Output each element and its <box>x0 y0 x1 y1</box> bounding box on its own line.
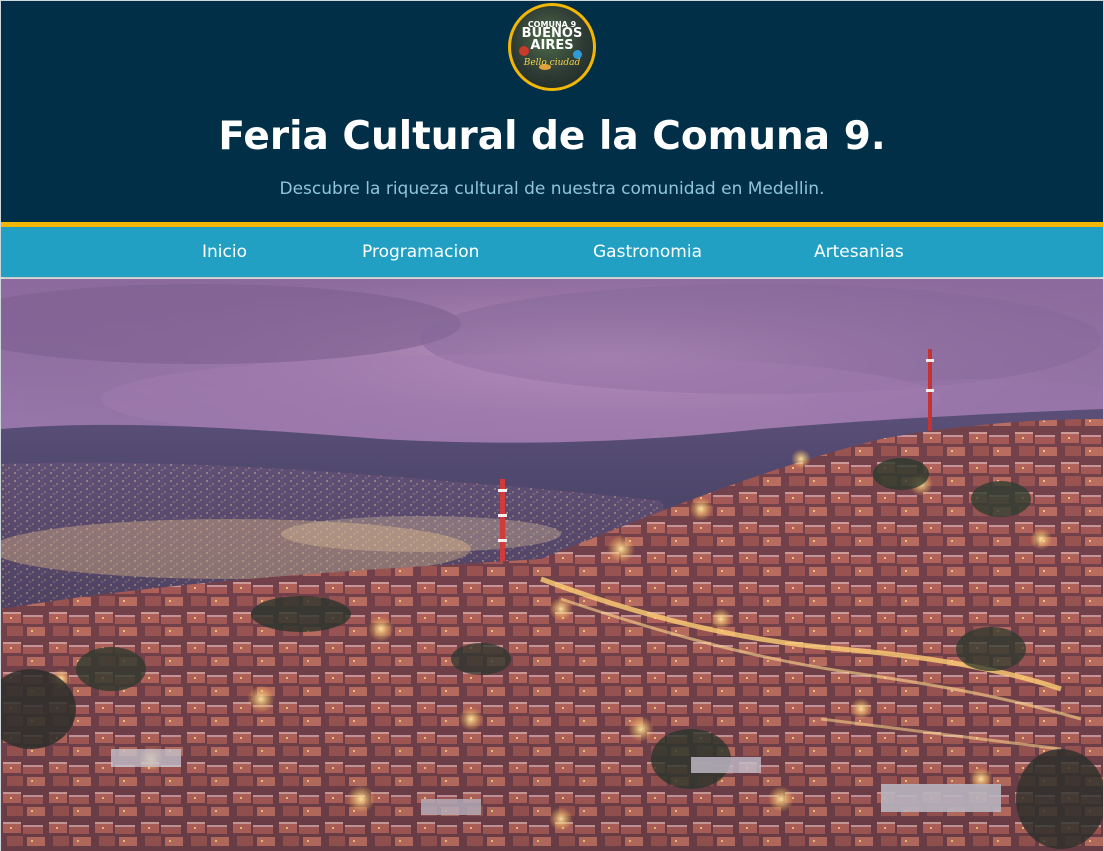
nav-item-gastronomia[interactable]: Gastronomia <box>593 241 702 263</box>
page: COMUNA 9 BUENOS AIRES Bello ciudad Feria… <box>0 0 1104 851</box>
site-header: COMUNA 9 BUENOS AIRES Bello ciudad Feria… <box>1 1 1103 222</box>
logo-line-3-text: AIRES <box>530 38 574 53</box>
nav-item-programacion[interactable]: Programacion <box>362 241 479 263</box>
logo-line-2: BUENOS AIRES <box>511 27 593 53</box>
comuna-logo[interactable]: COMUNA 9 BUENOS AIRES Bello ciudad <box>508 3 596 91</box>
nav-item-inicio[interactable]: Inicio <box>202 241 247 263</box>
nav-item-artesanias[interactable]: Artesanias <box>814 241 904 263</box>
hero-city-photo <box>1 279 1103 851</box>
page-subtitle: Descubre la riqueza cultural de nuestra … <box>279 179 825 199</box>
page-title: Feria Cultural de la Comuna 9. <box>218 114 886 159</box>
logo-tagline: Bello ciudad <box>523 58 581 68</box>
main-nav: Inicio Programacion Gastronomia Artesani… <box>1 227 1103 277</box>
